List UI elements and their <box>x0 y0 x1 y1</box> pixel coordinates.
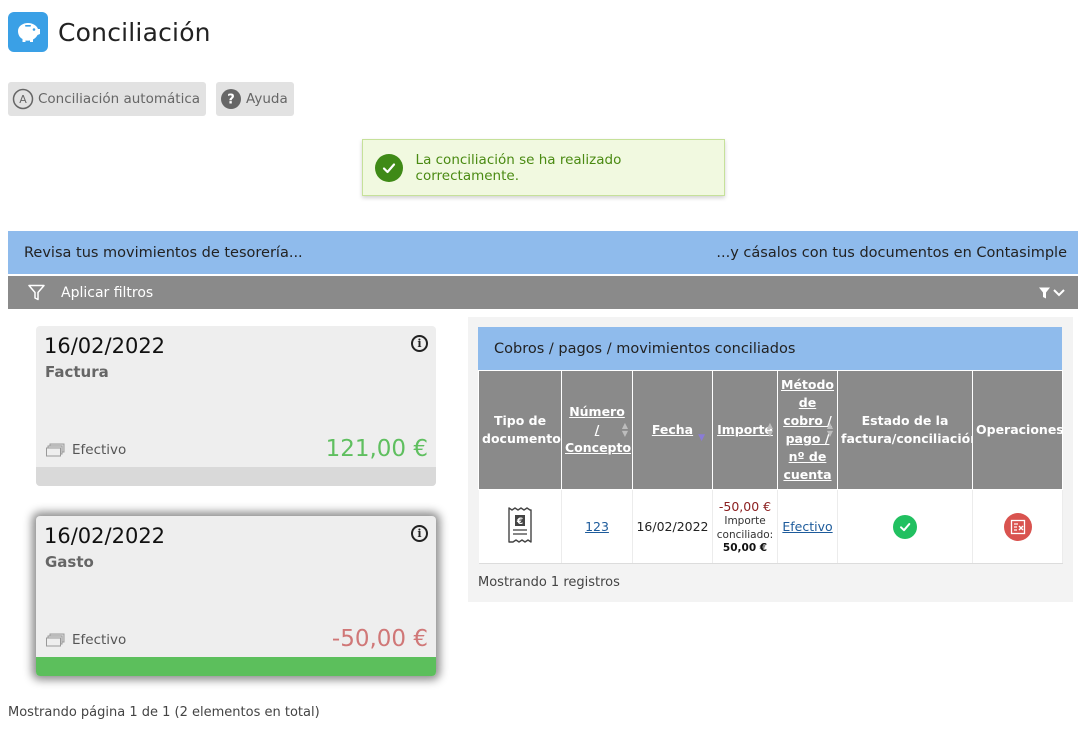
operations-cell <box>972 489 1063 564</box>
amount-cell: -50,00 € Importe conciliado: 50,00 € <box>712 489 778 564</box>
banner-left-text: Revisa tus movimientos de tesorería... <box>24 244 303 261</box>
reconciled-amount-label: Importe conciliado: <box>716 515 774 541</box>
method-cell: Efectivo <box>777 489 838 564</box>
auto-icon: A <box>12 88 34 110</box>
amount-value: -50,00 € <box>718 499 772 514</box>
status-cell <box>837 489 973 564</box>
col-method[interactable]: Método de cobro / pago / nº de cuenta ▲ ▼ <box>777 370 838 490</box>
col-doc-type: Tipo de documento <box>478 370 562 490</box>
reconciled-panel: Cobros / pagos / movimientos conciliados… <box>468 317 1073 602</box>
movement-kind: Gasto <box>45 553 94 571</box>
payment-method-label: Efectivo <box>72 632 127 648</box>
help-label: Ayuda <box>246 91 288 107</box>
unreconcile-icon[interactable] <box>1003 512 1032 541</box>
svg-text:A: A <box>19 93 27 106</box>
col-status: Estado de la factura/conciliación <box>837 370 979 490</box>
movement-amount: 121,00 € <box>325 436 428 462</box>
help-button[interactable]: ? Ayuda <box>216 82 294 116</box>
movement-kind: Factura <box>45 363 109 381</box>
col-amount[interactable]: Importe ▲ ▼ <box>712 370 778 490</box>
piggy-bank-icon <box>8 12 48 52</box>
filter-icon <box>28 284 45 301</box>
records-count: Mostrando 1 registros <box>478 575 620 590</box>
check-circle-icon <box>375 153 403 182</box>
movement-amount: -50,00 € <box>331 626 428 652</box>
alert-message: La conciliación se ha realizado correcta… <box>415 151 622 184</box>
doc-type-cell: € <box>478 489 562 564</box>
document-number-link[interactable]: 123 <box>585 519 609 534</box>
help-icon: ? <box>220 88 242 110</box>
reconciled-amount-value: 50,00 € <box>722 542 768 554</box>
movement-card-selected[interactable]: 16/02/2022 Gasto i Efectivo -50,00 € <box>36 516 436 676</box>
cash-icon <box>46 443 66 457</box>
payment-method: Efectivo <box>46 442 126 458</box>
paging-info: Mostrando página 1 de 1 (2 elementos en … <box>8 705 320 720</box>
success-alert: La conciliación se ha realizado correcta… <box>362 139 725 196</box>
reconciled-panel-title: Cobros / pagos / movimientos conciliados <box>478 327 1062 370</box>
col-number[interactable]: Número / Concepto ▲ ▼ <box>561 370 633 490</box>
apply-filters-label[interactable]: Aplicar filtros <box>61 285 153 301</box>
sort-icon[interactable]: ▲ ▼ <box>767 422 773 438</box>
reconciled-table: Tipo de documento Número / Concepto ▲ ▼ F… <box>478 370 1064 564</box>
page-title: Conciliación <box>58 17 211 47</box>
sort-icon[interactable]: ▲ ▼ <box>622 422 628 438</box>
auto-reconcile-button[interactable]: A Conciliación automática <box>8 82 207 116</box>
movement-date: 16/02/2022 <box>44 524 166 548</box>
movement-card[interactable]: 16/02/2022 Factura i Efectivo 121,00 € <box>36 326 436 486</box>
info-icon[interactable]: i <box>411 335 428 352</box>
banner-right-text: ...y cásalos con tus documentos en Conta… <box>716 244 1067 261</box>
table-row: € 123 16/02/2022 -50,00 € Importe concil… <box>478 489 1063 564</box>
svg-text:€: € <box>516 517 523 527</box>
movement-date: 16/02/2022 <box>44 334 166 358</box>
payment-method: Efectivo <box>46 632 126 648</box>
info-icon[interactable]: i <box>411 525 428 542</box>
filter-bar[interactable]: Aplicar filtros <box>8 276 1078 309</box>
filter-toggle-icon[interactable] <box>1038 286 1066 300</box>
cash-icon <box>46 633 66 647</box>
auto-reconcile-label: Conciliación automática <box>38 91 201 107</box>
sort-desc-icon[interactable]: ▼ <box>698 429 705 447</box>
movement-status-bar <box>36 467 436 486</box>
receipt-icon: € <box>507 507 533 547</box>
number-cell: 123 <box>561 489 633 564</box>
payment-method-link[interactable]: Efectivo <box>782 519 832 534</box>
sort-icon[interactable]: ▲ ▼ <box>827 422 833 438</box>
instructions-banner: Revisa tus movimientos de tesorería... .… <box>8 231 1078 274</box>
svg-text:?: ? <box>227 93 235 108</box>
col-date[interactable]: Fecha ▼ <box>632 370 713 490</box>
toolbar: A Conciliación automática ? Ayuda <box>8 82 294 116</box>
col-operations: Operaciones <box>972 370 1064 490</box>
payment-method-label: Efectivo <box>72 442 127 458</box>
page-header: Conciliación <box>8 12 211 52</box>
check-circle-icon <box>893 514 917 539</box>
date-cell: 16/02/2022 <box>632 489 713 564</box>
movement-status-bar <box>36 657 436 676</box>
